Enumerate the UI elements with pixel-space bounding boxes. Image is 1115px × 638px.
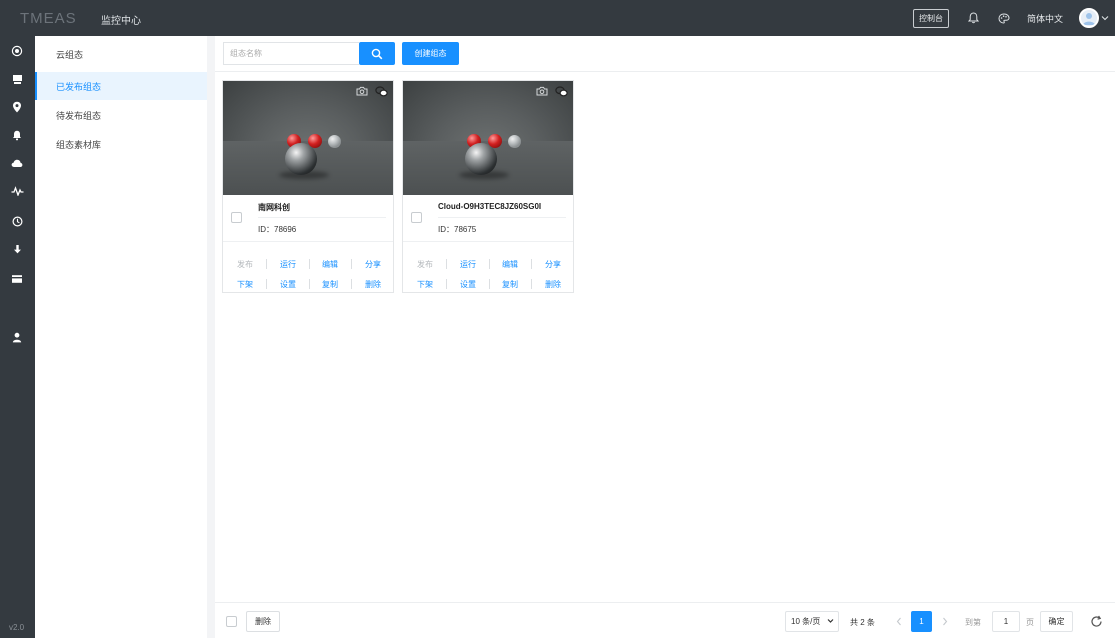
unpublish-button[interactable]: 下架 — [410, 279, 440, 290]
toolbar: 组态名称 创建组态 — [215, 36, 1115, 72]
top-right-actions: 控制台 简体中文 — [912, 0, 1109, 36]
bell-icon[interactable] — [10, 128, 24, 142]
footer-bar: 删除 10 条/页 共 2 条 1 到第 1 页 确定 — [215, 602, 1115, 638]
sidemenu-item-published[interactable]: 已发布组态 — [35, 72, 207, 100]
language-selector[interactable]: 简体中文 — [1027, 12, 1063, 25]
publish-button[interactable]: 发布 — [410, 259, 440, 270]
edit-button[interactable]: 编辑 — [315, 259, 345, 270]
settings-button[interactable]: 设置 — [453, 279, 483, 290]
location-icon[interactable] — [10, 100, 24, 114]
search-input[interactable]: 组态名称 — [223, 42, 359, 65]
delete-button[interactable]: 删除 — [358, 279, 388, 290]
wechat-icon[interactable] — [555, 85, 568, 97]
chevron-down-icon — [827, 619, 834, 623]
edit-button[interactable]: 编辑 — [495, 259, 525, 270]
publish-button[interactable]: 发布 — [230, 259, 260, 270]
chevron-left-icon — [896, 617, 901, 625]
server-icon[interactable] — [10, 72, 24, 86]
top-bar: TMEAS 监控中心 控制台 简体中文 — [0, 0, 1115, 36]
app-title[interactable]: 监控中心 — [101, 12, 141, 27]
goto-label: 到第 — [965, 618, 981, 627]
content-panel: 组态名称 创建组态 南网科创 ID：78696 发布 运行 编辑 分享 下架 设… — [215, 36, 1115, 638]
chevron-right-icon — [943, 617, 948, 625]
config-card[interactable]: Cloud-O9H3TEC8JZ60SG0I ID：78675 发布 运行 编辑… — [402, 80, 574, 293]
pulse-icon[interactable] — [10, 184, 24, 198]
delete-button[interactable]: 删除 — [538, 279, 568, 290]
version-label: v2.0 — [9, 623, 25, 632]
card-actions: 发布 运行 编辑 分享 下架 设置 复制 删除 — [223, 247, 393, 290]
goto-confirm-button[interactable]: 确定 — [1040, 611, 1073, 632]
create-config-button[interactable]: 创建组态 — [402, 42, 459, 65]
sidemenu-item-material-library[interactable]: 组态素材库 — [35, 130, 207, 158]
left-icon-bar: v2.0 — [0, 36, 35, 638]
cloud-icon[interactable] — [10, 156, 24, 170]
card-id: ID：78675 — [438, 225, 477, 234]
goto-page-input[interactable]: 1 — [992, 611, 1020, 632]
logo: TMEAS — [20, 10, 77, 27]
unpublish-button[interactable]: 下架 — [230, 279, 260, 290]
user-icon[interactable] — [10, 330, 24, 344]
clock-icon[interactable] — [10, 214, 24, 228]
run-button[interactable]: 运行 — [273, 259, 303, 270]
share-button[interactable]: 分享 — [538, 259, 568, 270]
settings-button[interactable]: 设置 — [273, 279, 303, 290]
console-button[interactable]: 控制台 — [912, 8, 949, 28]
card-actions: 发布 运行 编辑 分享 下架 设置 复制 删除 — [403, 247, 573, 290]
total-count: 共 2 条 — [850, 618, 875, 627]
select-all-checkbox[interactable] — [226, 616, 237, 627]
copy-button[interactable]: 复制 — [315, 279, 345, 290]
chevron-down-icon[interactable] — [1101, 13, 1109, 23]
sidemenu-item-cloud-config[interactable]: 云组态 — [35, 40, 207, 68]
card-name: 南网科创 — [258, 203, 290, 212]
search-button[interactable] — [359, 42, 395, 65]
wechat-icon[interactable] — [375, 85, 388, 97]
config-card[interactable]: 南网科创 ID：78696 发布 运行 编辑 分享 下架 设置 复制 删除 — [222, 80, 394, 293]
target-icon[interactable] — [10, 44, 24, 58]
card-thumbnail[interactable] — [223, 81, 393, 195]
bell-icon[interactable] — [967, 11, 981, 25]
palette-icon[interactable] — [997, 11, 1011, 25]
card-name: Cloud-O9H3TEC8JZ60SG0I — [438, 202, 542, 211]
page-suffix: 页 — [1026, 618, 1034, 627]
camera-icon[interactable] — [355, 85, 368, 97]
next-page-button[interactable] — [939, 613, 951, 629]
card-icon[interactable] — [10, 272, 24, 286]
camera-icon[interactable] — [535, 85, 548, 97]
refresh-icon[interactable] — [1089, 614, 1103, 628]
card-thumbnail[interactable] — [403, 81, 573, 195]
run-button[interactable]: 运行 — [453, 259, 483, 270]
download-icon[interactable] — [10, 242, 24, 256]
card-checkbox[interactable] — [231, 212, 242, 223]
share-button[interactable]: 分享 — [358, 259, 388, 270]
card-id: ID：78696 — [258, 225, 297, 234]
sidemenu-item-pending[interactable]: 待发布组态 — [35, 101, 207, 129]
page-number-active[interactable]: 1 — [911, 611, 932, 632]
batch-delete-button[interactable]: 删除 — [246, 611, 280, 632]
copy-button[interactable]: 复制 — [495, 279, 525, 290]
search-icon — [371, 48, 383, 59]
main-area: 组态名称 创建组态 南网科创 ID：78696 发布 运行 编辑 分享 下架 设… — [207, 36, 1115, 638]
prev-page-button[interactable] — [893, 613, 905, 629]
user-avatar[interactable] — [1079, 8, 1099, 28]
side-menu: 云组态 已发布组态 待发布组态 组态素材库 — [35, 36, 207, 638]
page-size-select[interactable]: 10 条/页 — [785, 611, 839, 632]
card-checkbox[interactable] — [411, 212, 422, 223]
